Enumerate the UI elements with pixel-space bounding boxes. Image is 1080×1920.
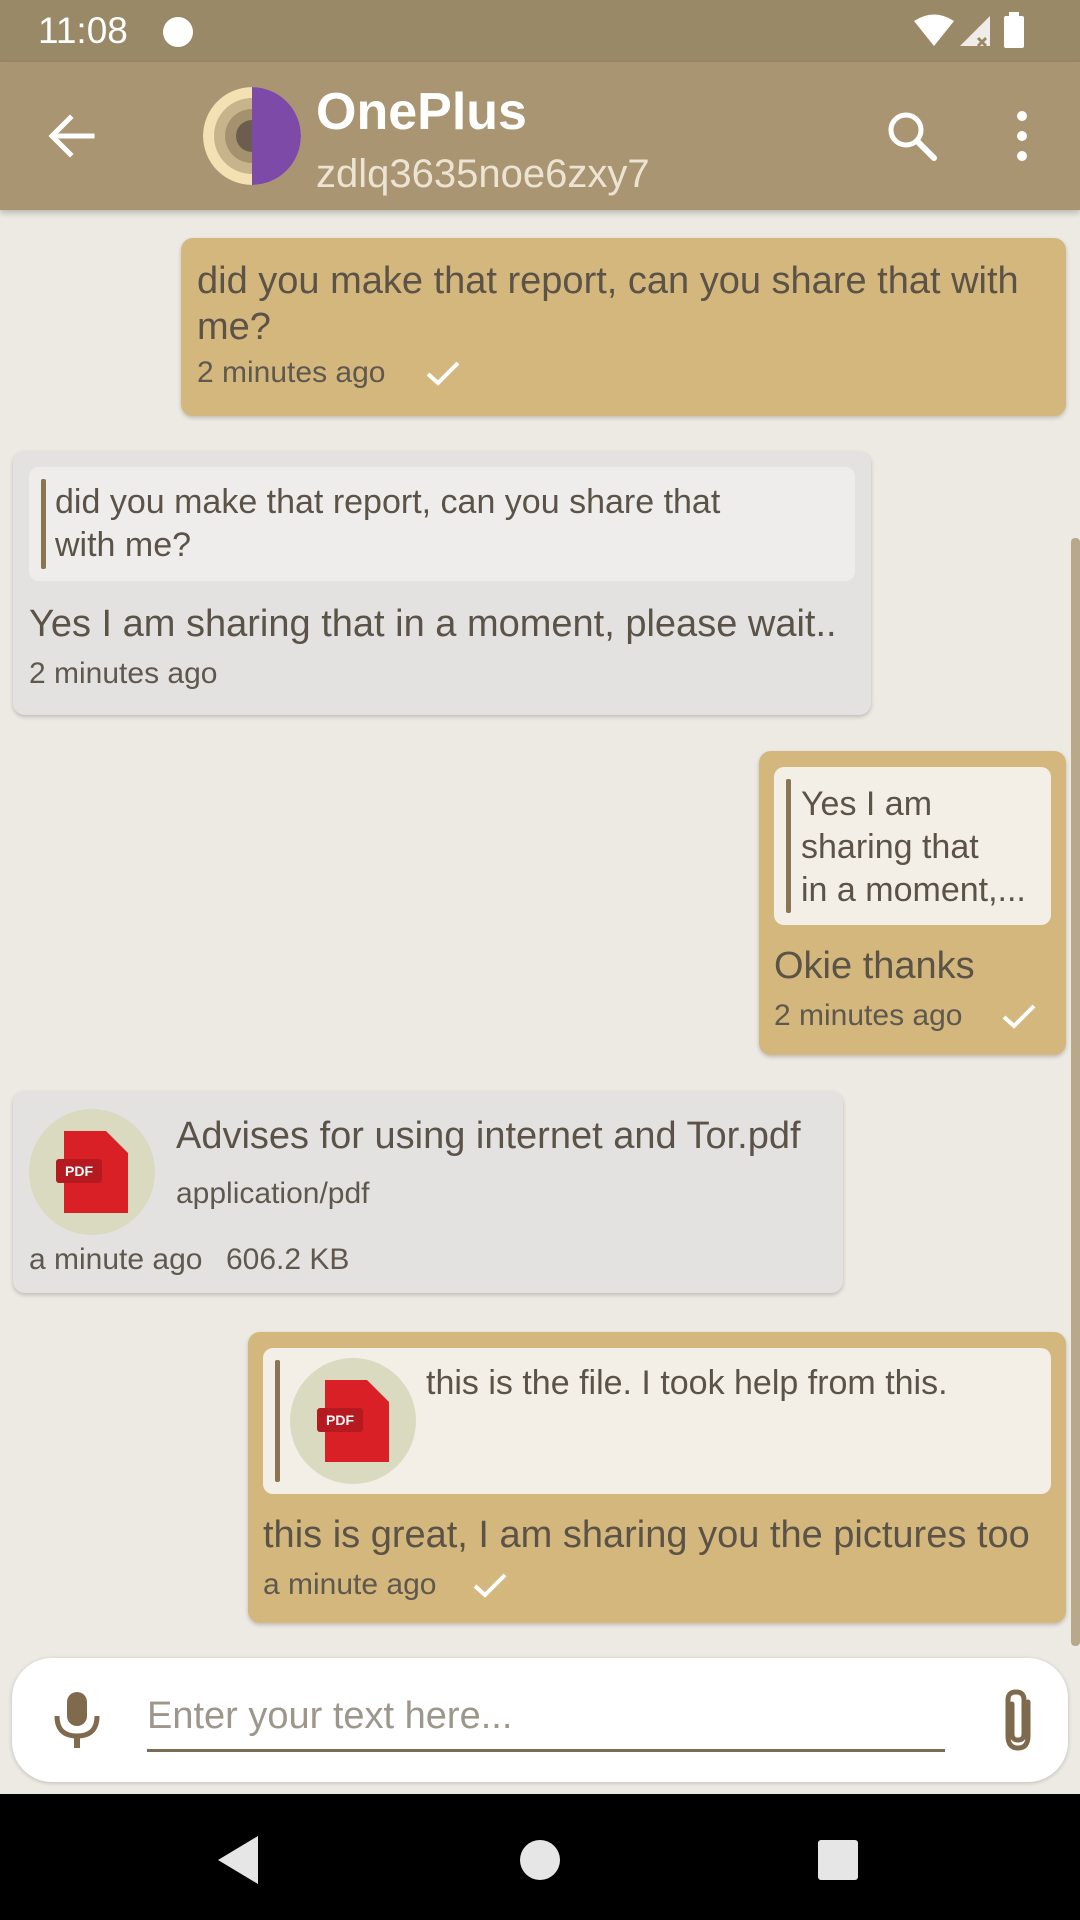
more-vert-icon[interactable] [1000, 108, 1044, 164]
search-icon[interactable] [884, 108, 940, 164]
chat-list[interactable]: did you make that report, can you share … [0, 210, 1080, 1650]
back-arrow-icon[interactable] [44, 108, 100, 164]
quote-text: in a moment,... [801, 871, 1026, 909]
message-text: me? [197, 306, 271, 348]
quote-text: sharing that [801, 828, 979, 866]
message-text: Yes I am sharing that in a moment, pleas… [29, 603, 837, 645]
message-text: did you make that report, can you share … [197, 260, 1019, 302]
message-bubble-outgoing[interactable]: Yes I am sharing that in a moment,... Ok… [759, 751, 1066, 1055]
app-bar: OnePlus zdlq3635noe6zxy7 [0, 62, 1080, 210]
pdf-icon: PDF [56, 1131, 128, 1213]
contact-id: zdlq3635noe6zxy7 [316, 152, 650, 196]
message-bubble-outgoing[interactable]: did you make that report, can you share … [181, 238, 1066, 416]
paperclip-icon[interactable] [990, 1688, 1050, 1752]
svg-text:PDF: PDF [65, 1163, 93, 1179]
nav-home-icon[interactable] [512, 1832, 568, 1888]
message-time: 2 minutes ago [774, 999, 963, 1032]
file-name: Advises for using internet and Tor.pdf [176, 1115, 801, 1157]
quote-bar [41, 479, 46, 569]
svg-text:PDF: PDF [326, 1412, 354, 1428]
system-status-icons [914, 12, 1024, 48]
message-bubble-outgoing[interactable]: PDF this is the file. I took help from t… [248, 1332, 1066, 1623]
notification-dot-icon [163, 17, 193, 47]
quote-bar [275, 1360, 280, 1482]
system-nav-bar [0, 1794, 1080, 1920]
avatar[interactable] [203, 87, 301, 185]
microphone-icon[interactable] [52, 1692, 102, 1748]
message-input[interactable] [147, 1684, 945, 1752]
status-time: 11:08 [38, 10, 128, 51]
message-time: a minute ago [263, 1568, 437, 1601]
signal-icon [960, 16, 990, 46]
nav-recents-icon[interactable] [810, 1832, 866, 1888]
message-bubble-incoming[interactable]: did you make that report, can you share … [13, 451, 871, 715]
check-icon [473, 1573, 507, 1598]
quote-text: with me? [55, 526, 192, 564]
nav-back-icon[interactable] [212, 1832, 268, 1888]
message-time: a minute ago [29, 1243, 203, 1276]
contact-name: OnePlus [316, 83, 527, 141]
pdf-file-icon[interactable]: PDF [29, 1109, 155, 1235]
check-icon [1002, 1004, 1036, 1029]
pdf-file-icon: PDF [290, 1358, 416, 1484]
file-message-incoming[interactable]: PDF Advises for using internet and Tor.p… [13, 1091, 843, 1293]
message-text: this is great, I am sharing you the pict… [263, 1514, 1030, 1556]
pdf-icon: PDF [317, 1380, 389, 1462]
file-size: 606.2 KB [226, 1243, 350, 1276]
message-time: 2 minutes ago [29, 657, 218, 690]
quote-bar [786, 779, 791, 913]
message-composer [12, 1658, 1068, 1782]
message-text: Okie thanks [774, 945, 975, 987]
quoted-message[interactable]: did you make that report, can you share … [29, 467, 855, 581]
quoted-message[interactable]: Yes I am sharing that in a moment,... [774, 767, 1051, 925]
battery-icon [1004, 16, 1024, 48]
chat-scrollbar[interactable] [1071, 538, 1080, 1646]
message-time: 2 minutes ago [197, 356, 386, 389]
quote-text: Yes I am [801, 785, 933, 823]
quoted-file-message[interactable]: PDF this is the file. I took help from t… [263, 1348, 1051, 1494]
file-type: application/pdf [176, 1177, 370, 1210]
check-icon [426, 361, 460, 386]
quote-text: did you make that report, can you share … [55, 483, 721, 521]
wifi-icon [914, 14, 954, 46]
status-bar: 11:08 [0, 0, 1080, 62]
quote-text: this is the file. I took help from this. [426, 1364, 948, 1402]
